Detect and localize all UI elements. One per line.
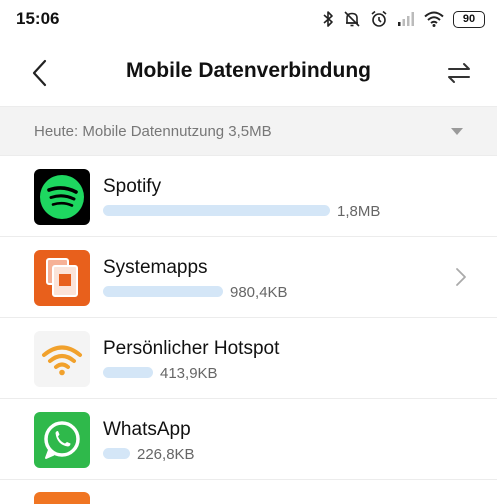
usage-bar [103,286,223,297]
app-bar: Mobile Datenverbindung [0,40,497,105]
status-time: 15:06 [16,9,60,28]
app-name: Systemapps [103,257,208,278]
next-app-icon-partial [34,492,90,504]
app-row-hotspot[interactable]: Persönlicher Hotspot 413,9KB [0,318,497,399]
summary-text: Heute: Mobile Datennutzung 3,5MB [34,123,272,140]
app-name: Persönlicher Hotspot [103,338,280,359]
page-title: Mobile Datenverbindung [125,59,371,82]
systemapps-icon [34,250,90,306]
spotify-icon [34,169,90,225]
usage-bar [103,367,153,378]
app-row-whatsapp[interactable]: WhatsApp 226,8KB [0,399,497,480]
app-row-spotify[interactable]: Spotify 1,8MB [0,156,497,237]
swap-arrows-icon [448,63,470,83]
app-name: Spotify [103,176,162,197]
chevron-left-icon [32,59,47,87]
data-usage-summary[interactable]: Heute: Mobile Datennutzung 3,5MB [0,106,497,156]
app-row-systemapps[interactable]: Systemapps 980,4KB [0,237,497,318]
caret-down-icon [451,128,463,135]
wifi-icon [424,11,444,27]
whatsapp-icon [34,412,90,468]
bluetooth-icon [323,11,333,27]
usage-value: 226,8KB [137,446,195,463]
chevron-right-icon [456,268,466,286]
usage-value: 980,4KB [230,284,288,301]
app-usage-list: Spotify 1,8MB Systemapps 980,4KB Persönl… [0,156,497,480]
signal-icon [398,12,414,26]
back-button[interactable] [24,56,56,90]
switch-sim-button[interactable] [443,58,475,88]
usage-value: 1,8MB [337,203,381,220]
usage-bar [103,448,130,459]
status-icons: 90 [322,8,485,30]
alarm-icon [371,10,387,27]
hotspot-icon [34,331,90,387]
mute-bell-icon [344,11,360,27]
status-bar: 15:06 90 [0,0,497,40]
battery-icon: 90 [453,10,485,28]
app-name: WhatsApp [103,419,191,440]
usage-value: 413,9KB [160,365,218,382]
usage-bar [103,205,330,216]
